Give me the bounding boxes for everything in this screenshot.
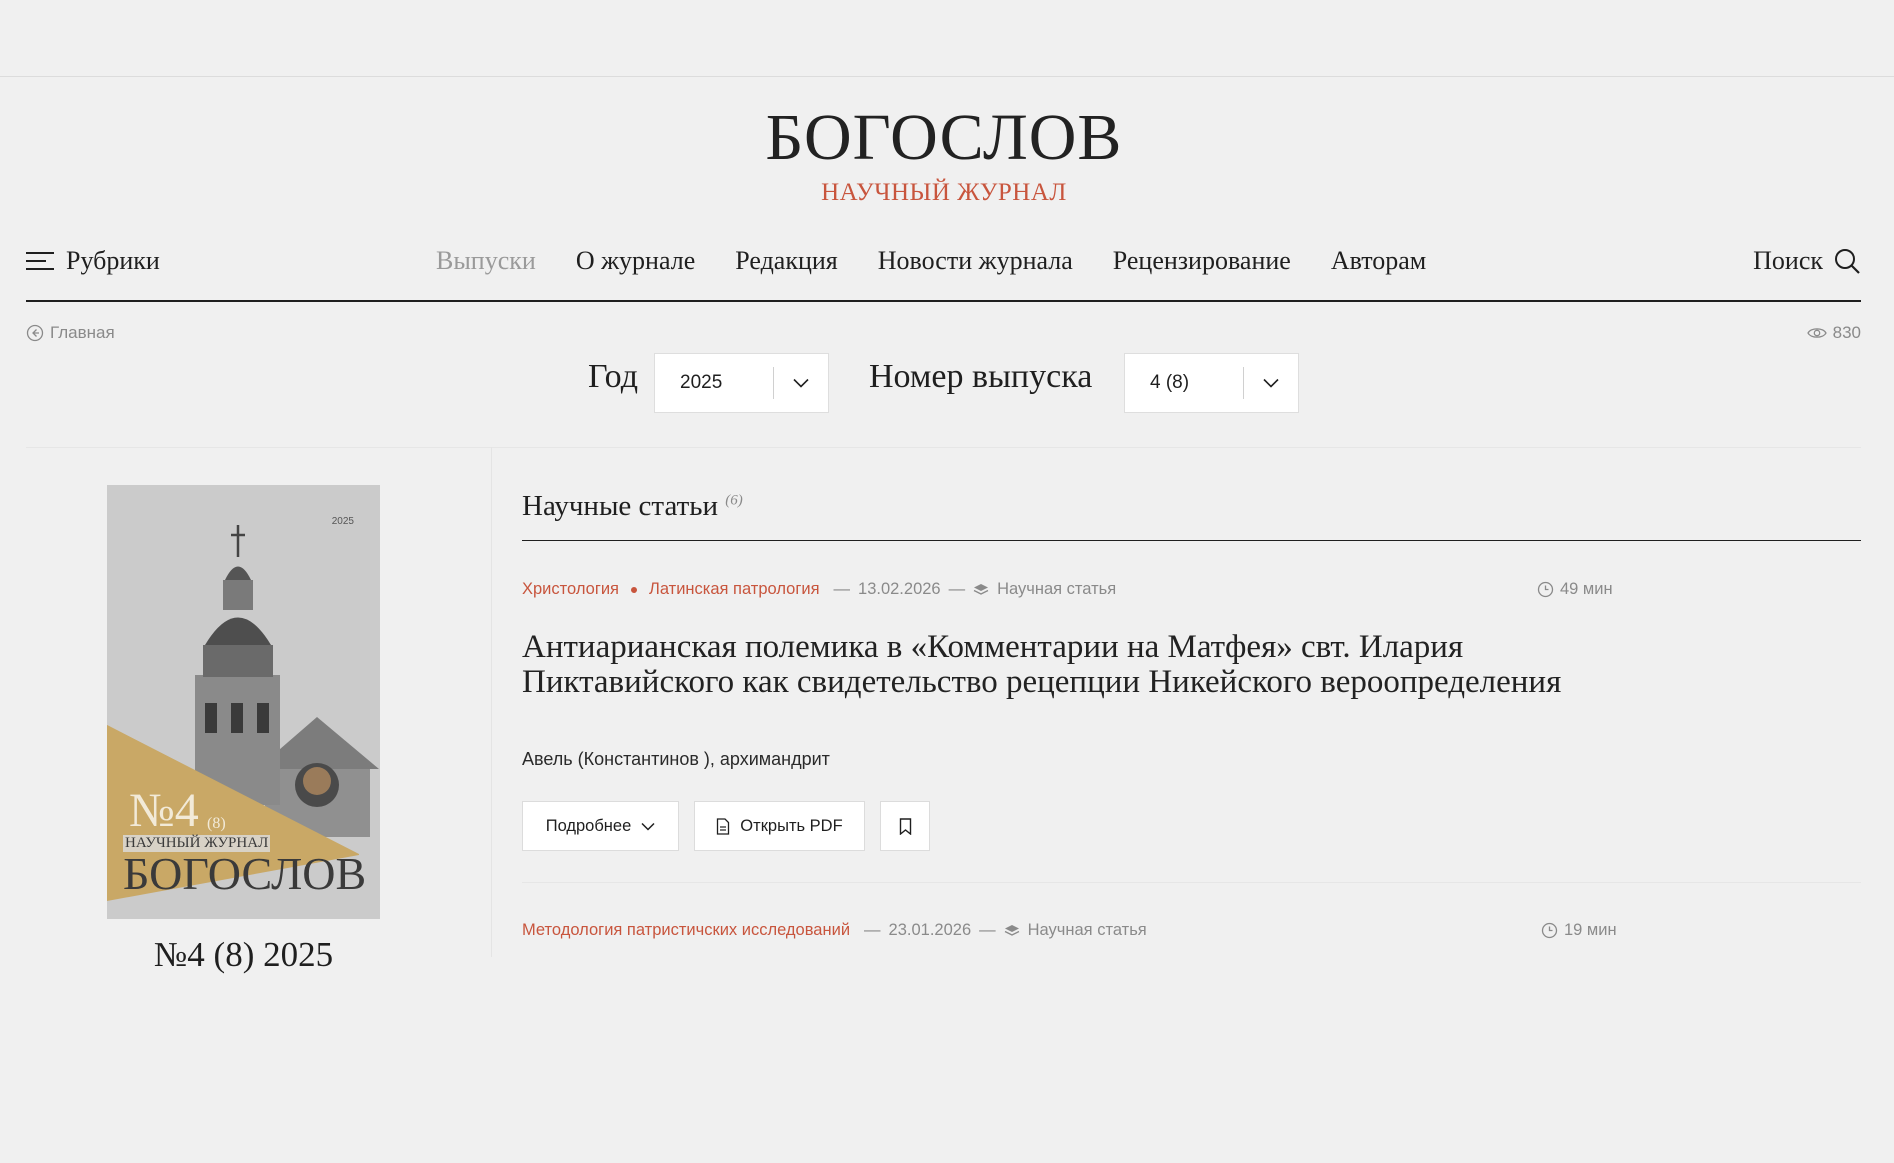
year-select-value: 2025 xyxy=(680,372,723,393)
main-nav: Рубрики Выпуски О журнале Редакция Новос… xyxy=(26,240,1861,302)
header-divider xyxy=(0,76,1894,77)
chevron-down-icon xyxy=(774,378,828,388)
layers-icon xyxy=(973,583,989,595)
search-button[interactable]: Поиск xyxy=(1753,246,1861,276)
issue-caption: №4 (8) 2025 xyxy=(153,935,334,974)
article-date: 23.01.2026 xyxy=(888,921,972,939)
nav-item-news[interactable]: Новости журнала xyxy=(878,246,1073,276)
rubrics-menu-button[interactable]: Рубрики xyxy=(26,246,160,276)
cover-number: №4 xyxy=(129,784,199,837)
article-divider xyxy=(522,882,1861,883)
section-title-text: Научные статьи xyxy=(522,490,718,522)
issue-cover[interactable]: 2025 №4 (8) НАУЧНЫЙ ЖУРНАЛ БОГОСЛОВ xyxy=(107,485,380,919)
site-logo-title[interactable]: БОГОСЛОВ xyxy=(0,105,1888,171)
issue-select[interactable]: 4 (8) xyxy=(1124,353,1299,413)
read-time: 49 мин xyxy=(1537,580,1613,599)
cover-title: БОГОСЛОВ xyxy=(123,848,367,899)
rubric-separator-dot xyxy=(631,586,637,593)
article-title[interactable]: Антиарианская полемика в «Комментарии на… xyxy=(522,630,1622,700)
issue-label: Номер выпуска xyxy=(869,358,1093,395)
chevron-down-icon xyxy=(641,822,655,831)
read-time: 19 мин xyxy=(1541,921,1617,940)
rubric-link[interactable]: Христология xyxy=(522,580,619,599)
nav-item-authors[interactable]: Авторам xyxy=(1331,246,1426,276)
more-details-button[interactable]: Подробнее xyxy=(522,801,679,851)
search-icon xyxy=(1835,249,1860,274)
section-title: Научные статьи (6) xyxy=(522,490,743,523)
layers-icon xyxy=(1004,924,1019,936)
rubric-link[interactable]: Методология патристичских исследований xyxy=(522,921,850,940)
read-time-value: 19 мин xyxy=(1564,921,1617,939)
open-pdf-button[interactable]: Открыть PDF xyxy=(694,801,865,851)
read-time-value: 49 мин xyxy=(1560,580,1613,598)
year-label: Год xyxy=(588,358,638,395)
article-date: 13.02.2026 xyxy=(858,580,941,598)
view-counter: 830 xyxy=(1806,323,1861,343)
hamburger-icon xyxy=(26,251,54,271)
year-select[interactable]: 2025 xyxy=(654,353,829,413)
bookmark-icon xyxy=(899,817,911,835)
rubrics-label: Рубрики xyxy=(66,246,160,275)
breadcrumb[interactable]: Главная xyxy=(26,323,115,343)
document-icon xyxy=(717,817,730,835)
eye-icon xyxy=(1806,328,1827,338)
section-divider xyxy=(522,540,1861,541)
issue-select-value: 4 (8) xyxy=(1150,372,1190,393)
article-author[interactable]: Авель (Константинов ), архимандрит xyxy=(522,749,830,770)
nav-item-issues[interactable]: Выпуски xyxy=(436,246,536,276)
arrow-left-circle-icon xyxy=(26,324,44,342)
article-meta: Методология патристичских исследований —… xyxy=(522,921,1147,940)
clock-icon xyxy=(1541,922,1558,939)
breadcrumb-home[interactable]: Главная xyxy=(50,323,115,343)
view-count: 830 xyxy=(1832,323,1861,342)
rubric-link[interactable]: Латинская патрология xyxy=(649,580,820,599)
site-logo-subtitle: НАУЧНЫЙ ЖУРНАЛ xyxy=(821,179,1067,206)
article-meta: Христология Латинская патрология — 13.02… xyxy=(522,580,1117,599)
nav-item-about[interactable]: О журнале xyxy=(576,246,695,276)
article-type: Научная статья xyxy=(997,580,1117,598)
section-count: (6) xyxy=(725,492,743,509)
article-type: Научная статья xyxy=(1027,921,1147,939)
nav-menu: Выпуски О журнале Редакция Новости журна… xyxy=(436,246,1426,276)
more-details-label: Подробнее xyxy=(545,816,632,835)
chevron-down-icon xyxy=(1244,378,1298,388)
nav-item-review[interactable]: Рецензирование xyxy=(1113,246,1291,276)
cover-number-sub: (8) xyxy=(207,815,226,832)
open-pdf-label: Открыть PDF xyxy=(740,816,843,835)
cover-year: 2025 xyxy=(331,516,354,527)
bookmark-button[interactable] xyxy=(880,801,930,851)
clock-icon xyxy=(1537,581,1554,598)
search-label: Поиск xyxy=(1753,246,1823,275)
nav-item-editorial[interactable]: Редакция xyxy=(735,246,838,276)
